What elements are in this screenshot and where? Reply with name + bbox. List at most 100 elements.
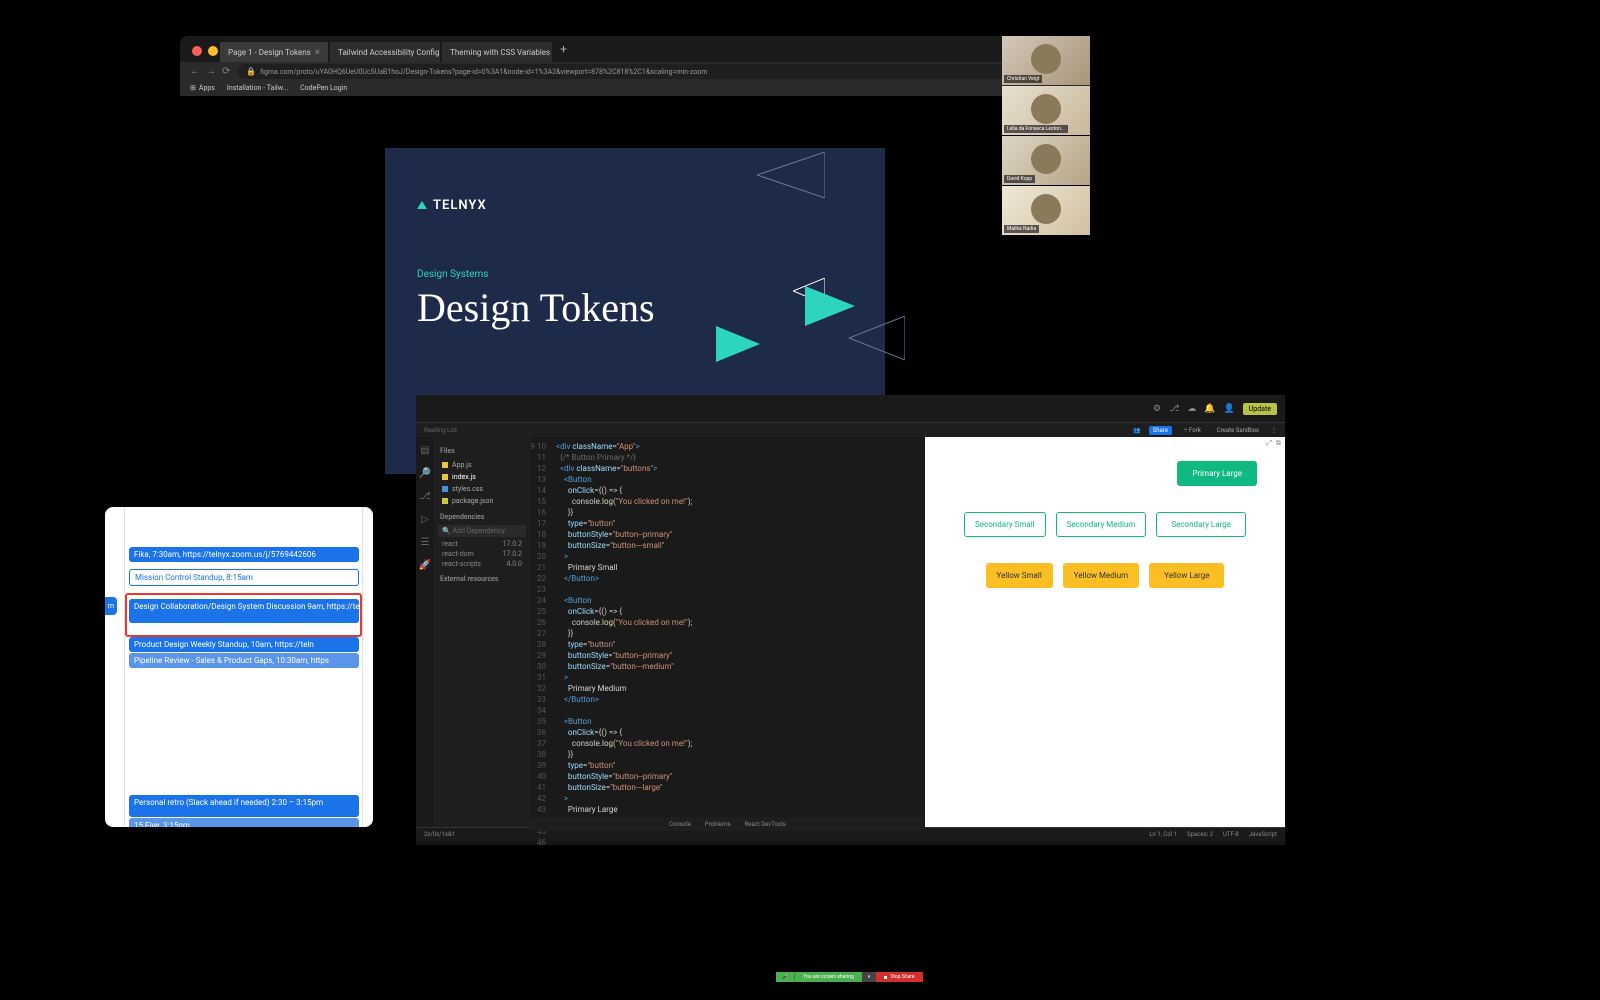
reload-icon[interactable]: ⟳: [222, 66, 230, 77]
fork-button[interactable]: ⑂ Fork: [1180, 426, 1205, 435]
dependency-item[interactable]: react17.0.2: [438, 539, 526, 549]
calendar-tab[interactable]: m: [105, 597, 117, 615]
stop-icon: [884, 976, 887, 979]
triangle-decoration: [805, 286, 855, 326]
calendar-event[interactable]: Personal retro (Slack ahead if needed) 2…: [129, 795, 359, 817]
file-explorer: Files App.jsindex.jsstyles.csspackage.js…: [434, 437, 530, 827]
yellow-large-button[interactable]: Yellow Large: [1149, 563, 1224, 588]
terminal-tab-devtools[interactable]: React DevTools: [744, 821, 785, 828]
tab-label: Page 1 - Design Tokens: [228, 48, 311, 57]
stop-share-button[interactable]: Stop Share: [876, 972, 922, 982]
cs-body: ▤ 🔎 ⎇ ▷ ☰ 🚀 Files App.jsindex.jsstyles.c…: [416, 437, 1285, 827]
create-sandbox-button[interactable]: Create Sandbox: [1213, 426, 1263, 435]
bookmark-apps[interactable]: ⊞ Apps: [190, 84, 215, 92]
sharing-text: You are screen sharing: [795, 972, 862, 982]
expand-icon[interactable]: ⤢: [1266, 439, 1272, 447]
calendar-time-gutter: [105, 507, 125, 827]
calendar-event[interactable]: Product Design Weekly Standup, 10am, htt…: [129, 637, 359, 652]
search-icon[interactable]: 🔎: [419, 468, 431, 479]
avatar: [1031, 144, 1061, 174]
participant-video[interactable]: Lélia da Fonseca Leston...: [1002, 86, 1090, 135]
minimize-window-icon[interactable]: [208, 46, 218, 56]
bookmark-tailwind[interactable]: Installation - Tailw...: [227, 84, 288, 92]
indent-status[interactable]: Spaces: 2: [1187, 831, 1213, 838]
file-icon: [442, 474, 448, 480]
code-editor[interactable]: 9 10 11 12 13 14 15 16 17 18 19 20 21 22…: [530, 437, 925, 827]
secondary-large-button[interactable]: Secondary Large: [1156, 512, 1246, 537]
yellow-small-button[interactable]: Yellow Small: [986, 563, 1053, 588]
bell-icon[interactable]: 🔔: [1204, 404, 1215, 414]
nav-arrows: ← → ⟳: [190, 66, 230, 77]
back-icon[interactable]: ←: [190, 66, 200, 77]
reading-list[interactable]: Reading List: [424, 427, 457, 434]
calendar-event[interactable]: 15 Five, 3:15pm: [129, 818, 359, 827]
mic-icon[interactable]: 🎤: [776, 972, 795, 982]
preview-pane: ⤢ ⧉ Primary Large Secondary Small Second…: [925, 437, 1285, 827]
divider: [362, 507, 363, 827]
code-content: <div className="App"> {/* Button Primary…: [552, 437, 925, 827]
menu-icon[interactable]: ⋮: [1271, 427, 1277, 434]
encoding-status[interactable]: UTF-8: [1223, 831, 1239, 838]
file-item[interactable]: styles.css: [438, 483, 526, 495]
calendar-event[interactable]: Mission Control Standup, 8:15am: [129, 569, 359, 586]
highlighted-event-border: [125, 593, 362, 637]
secondary-small-button[interactable]: Secondary Small: [964, 512, 1046, 537]
participant-video[interactable]: Christian Veigt: [1002, 36, 1090, 85]
share-button[interactable]: Share: [1149, 426, 1172, 435]
file-item[interactable]: package.json: [438, 495, 526, 507]
new-tab-button[interactable]: +: [554, 42, 573, 62]
user-icon[interactable]: 👤: [1224, 404, 1235, 414]
sharing-indicator-small: 🎤 You are screen sharing ⏸ Stop Share: [776, 972, 923, 982]
server-icon[interactable]: ☰: [421, 537, 430, 548]
activity-bar: ▤ 🔎 ⎇ ▷ ☰ 🚀: [416, 437, 434, 827]
yellow-medium-button[interactable]: Yellow Medium: [1063, 563, 1139, 588]
bookmark-codepen[interactable]: CodePen Login: [300, 84, 347, 92]
branch-icon[interactable]: ⎇: [1169, 404, 1179, 414]
url-bar: ← → ⟳ 🔒 figma.com/proto/uYA0HQ6UeU0Uc5Ua…: [180, 62, 1090, 80]
explorer-icon[interactable]: ▤: [420, 445, 429, 456]
add-dependency-input[interactable]: 🔍 Add Dependency: [438, 525, 526, 537]
participant-video[interactable]: Malika Nadia: [1002, 186, 1090, 235]
run-icon[interactable]: ▷: [421, 514, 429, 525]
file-item[interactable]: App.js: [438, 459, 526, 471]
close-icon[interactable]: ×: [315, 47, 320, 58]
browser-tabs: Page 1 - Design Tokens × Tailwind Access…: [220, 42, 573, 62]
file-icon: [442, 498, 448, 504]
terminal-tab-console[interactable]: Console: [669, 821, 691, 828]
tab-theming[interactable]: Theming with CSS Variables ×: [442, 42, 552, 62]
secondary-medium-button[interactable]: Secondary Medium: [1056, 512, 1147, 537]
new-window-icon[interactable]: ⧉: [1276, 439, 1281, 447]
calendar-event[interactable]: Pipeline Review - Sales & Product Gaps, …: [129, 653, 359, 668]
search-icon: 🔍: [442, 527, 451, 535]
avatar-stack: 👥: [1133, 427, 1140, 434]
update-badge[interactable]: Update: [1243, 403, 1277, 415]
triangle-decoration: [716, 326, 760, 362]
tab-tailwind[interactable]: Tailwind Accessibility Config ×: [330, 42, 440, 62]
dependency-item[interactable]: react-scripts4.0.0: [438, 559, 526, 569]
participant-name: David Kupp: [1004, 175, 1035, 183]
status-left: 2x/0x/1x&1: [424, 831, 455, 838]
deploy-icon[interactable]: 🚀: [419, 560, 431, 571]
calendar-event[interactable]: Fika, 7:30am, https://telnyx.zoom.us/j/5…: [129, 547, 359, 562]
cloud-icon[interactable]: ☁: [1187, 404, 1196, 414]
participant-name: Christian Veigt: [1004, 75, 1042, 83]
forward-icon[interactable]: →: [206, 66, 216, 77]
terminal-tab-problems[interactable]: Problems: [705, 821, 731, 828]
dependency-item[interactable]: react-dom17.0.2: [438, 549, 526, 559]
file-item[interactable]: index.js: [438, 471, 526, 483]
git-icon[interactable]: ⎇: [419, 491, 431, 502]
primary-large-button[interactable]: Primary Large: [1177, 461, 1257, 486]
bookmarks-bar: ⊞ Apps Installation - Tailw... CodePen L…: [180, 80, 1090, 96]
participant-name: Malika Nadia: [1004, 225, 1039, 233]
language-status[interactable]: JavaScript: [1249, 831, 1277, 838]
url-input[interactable]: 🔒 figma.com/proto/uYA0HQ6UeU0Uc5UaB1hoJ/…: [238, 64, 1080, 79]
pause-share-button[interactable]: ⏸: [862, 972, 877, 982]
participant-video[interactable]: David Kupp: [1002, 136, 1090, 185]
cursor-position[interactable]: Ln 1, Col 1: [1149, 831, 1177, 838]
external-resources-header[interactable]: External resources: [440, 575, 524, 583]
close-window-icon[interactable]: [192, 46, 202, 56]
gear-icon[interactable]: ⚙: [1153, 404, 1161, 414]
calendar-window: m Fika, 7:30am, https://telnyx.zoom.us/j…: [105, 507, 373, 827]
triangle-decoration: [849, 316, 905, 360]
tab-figma[interactable]: Page 1 - Design Tokens ×: [220, 42, 328, 62]
